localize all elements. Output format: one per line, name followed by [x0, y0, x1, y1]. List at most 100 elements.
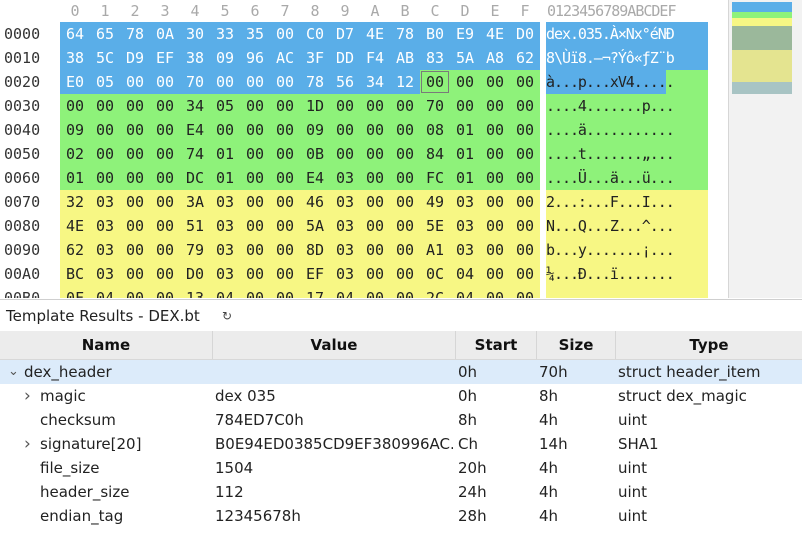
- row-ascii[interactable]: N...Q...Z...^...: [546, 214, 708, 238]
- hex-byte[interactable]: AC: [270, 46, 300, 70]
- hex-byte[interactable]: 00: [270, 70, 300, 94]
- hex-byte[interactable]: 04: [450, 286, 480, 298]
- hex-byte[interactable]: 00: [510, 262, 540, 286]
- hex-byte[interactable]: EF: [150, 46, 180, 70]
- row-bytes[interactable]: 09 00 00 00 E4 00 00 00 09 00 00 00 08 01 00 00: [60, 118, 540, 142]
- hex-byte[interactable]: 35: [240, 22, 270, 46]
- table-row[interactable]: file_size 1504 20h 4h uint: [0, 456, 802, 480]
- hex-byte[interactable]: 00: [150, 214, 180, 238]
- hex-byte[interactable]: E4: [180, 118, 210, 142]
- hex-byte[interactable]: 65: [90, 22, 120, 46]
- hex-byte[interactable]: 00: [330, 142, 360, 166]
- row-bytes[interactable]: 02 00 00 00 74 01 00 00 0B 00 00 00 84 01 00 00: [60, 142, 540, 166]
- hex-byte[interactable]: 00: [150, 238, 180, 262]
- hex-byte[interactable]: 00: [240, 238, 270, 262]
- hex-byte[interactable]: 0F: [60, 286, 90, 298]
- hex-byte[interactable]: 00: [240, 262, 270, 286]
- row-bytes[interactable]: 0F 04 00 00 13 04 00 00 17 04 00 00 2C 04 00 00: [60, 286, 540, 298]
- hex-byte[interactable]: 00: [390, 238, 420, 262]
- hex-byte[interactable]: 00: [240, 94, 270, 118]
- hex-byte[interactable]: 03: [450, 238, 480, 262]
- column-header-size[interactable]: Size: [537, 331, 616, 359]
- hex-byte[interactable]: 74: [180, 142, 210, 166]
- row-ascii[interactable]: ¼...Ð...ï.......: [546, 262, 708, 286]
- row-ascii[interactable]: b...y.......¡...: [546, 238, 708, 262]
- hex-byte[interactable]: 0A: [150, 22, 180, 46]
- hex-row[interactable]: 0090 62 03 00 00 79 03 00 00 8D 03 00 00 A1 03 00 00 b...…: [0, 238, 730, 262]
- hex-byte[interactable]: 51: [180, 214, 210, 238]
- hex-byte[interactable]: 00: [270, 286, 300, 298]
- hex-byte[interactable]: E4: [300, 166, 330, 190]
- hex-byte[interactable]: 00: [150, 262, 180, 286]
- hex-byte[interactable]: 00: [120, 118, 150, 142]
- hex-byte[interactable]: FC: [420, 166, 450, 190]
- hex-byte[interactable]: 00: [510, 166, 540, 190]
- column-header-name[interactable]: Name: [0, 331, 213, 359]
- chevron-right-icon[interactable]: ›: [24, 432, 31, 456]
- hex-byte[interactable]: 17: [300, 286, 330, 298]
- hex-byte[interactable]: 00: [120, 286, 150, 298]
- row-ascii[interactable]: 8\Ùï8.–¬?Ýô«ƒZ¨b: [546, 46, 708, 70]
- hex-byte[interactable]: 00: [330, 94, 360, 118]
- hex-byte[interactable]: 56: [330, 70, 360, 94]
- hex-row[interactable]: 00A0 BC 03 00 00 D0 03 00 00 EF 03 00 00 0C 04 00 00 ¼...…: [0, 262, 730, 286]
- hex-byte[interactable]: 2C: [420, 286, 450, 298]
- hex-byte[interactable]: 49: [420, 190, 450, 214]
- hex-byte[interactable]: 5A: [450, 46, 480, 70]
- row-ascii[interactable]: dex.035.À×Nx°éNÐ: [546, 22, 708, 46]
- row-ascii[interactable]: ....ä...........: [546, 118, 708, 142]
- hex-byte[interactable]: 00: [510, 118, 540, 142]
- hex-byte[interactable]: 00: [150, 118, 180, 142]
- hex-byte[interactable]: 00: [270, 238, 300, 262]
- hex-byte[interactable]: 01: [450, 166, 480, 190]
- hex-byte[interactable]: 00: [270, 214, 300, 238]
- hex-byte[interactable]: A1: [420, 238, 450, 262]
- hex-byte[interactable]: 8D: [300, 238, 330, 262]
- hex-byte[interactable]: 01: [210, 166, 240, 190]
- hex-byte[interactable]: 00: [480, 238, 510, 262]
- hex-byte[interactable]: 00: [480, 142, 510, 166]
- hex-byte[interactable]: 00: [480, 166, 510, 190]
- hex-byte[interactable]: 00: [120, 94, 150, 118]
- hex-byte[interactable]: 09: [210, 46, 240, 70]
- hex-byte[interactable]: 01: [210, 142, 240, 166]
- hex-byte[interactable]: 34: [180, 94, 210, 118]
- hex-byte[interactable]: 03: [330, 166, 360, 190]
- hex-byte[interactable]: 00: [330, 118, 360, 142]
- hex-editor-pane[interactable]: 0 1 2 3 4 5 6 7 8 9 A B C D E F 0123456789ABCDEF 0000 64 6…: [0, 0, 802, 298]
- hex-byte[interactable]: 00: [240, 190, 270, 214]
- hex-byte[interactable]: 00: [90, 94, 120, 118]
- hex-byte[interactable]: 00: [510, 70, 540, 94]
- hex-byte[interactable]: 00: [150, 166, 180, 190]
- hex-row[interactable]: 0010 38 5C D9 EF 38 09 96 AC 3F DD F4 AB 83 5A A8 62 8\Ùï…: [0, 46, 730, 70]
- hex-byte[interactable]: 05: [210, 94, 240, 118]
- chevron-right-icon[interactable]: ›: [24, 384, 31, 408]
- hex-row[interactable]: 00B0 0F 04 00 00 13 04 00 00 17 04 00 00 2C 04 00 00....…: [0, 286, 730, 298]
- hex-byte[interactable]: 30: [180, 22, 210, 46]
- hex-byte[interactable]: 00: [480, 214, 510, 238]
- hex-byte[interactable]: 00: [510, 238, 540, 262]
- hex-byte[interactable]: 04: [330, 286, 360, 298]
- hex-byte[interactable]: 4E: [360, 22, 390, 46]
- hex-byte[interactable]: 00: [90, 142, 120, 166]
- hex-row[interactable]: 0080 4E 03 00 00 51 03 00 00 5A 03 00 00 5E 03 00 00 N...…: [0, 214, 730, 238]
- hex-byte[interactable]: 00: [240, 70, 270, 94]
- hex-row[interactable]: 0060 01 00 00 00 DC 01 00 00 E4 03 00 00 FC 01 00 00....…: [0, 166, 730, 190]
- hex-byte[interactable]: 00: [360, 142, 390, 166]
- hex-byte[interactable]: E9: [450, 22, 480, 46]
- hex-byte[interactable]: 00: [390, 142, 420, 166]
- hex-byte[interactable]: 34: [360, 70, 390, 94]
- row-bytes[interactable]: 64 65 78 0A 30 33 35 00 C0 D7 4E 78 B0 E9 4E D0: [60, 22, 540, 46]
- hex-byte[interactable]: 96: [240, 46, 270, 70]
- hex-byte[interactable]: BC: [60, 262, 90, 286]
- hex-byte[interactable]: 00: [90, 166, 120, 190]
- hex-byte[interactable]: 03: [210, 238, 240, 262]
- hex-row[interactable]: 0000 64 65 78 0A 30 33 35 00 C0 D7 4E 78 B0 E9 4E D0 dex.…: [0, 22, 730, 46]
- hex-byte[interactable]: 00: [480, 190, 510, 214]
- hex-byte[interactable]: E0: [60, 70, 90, 94]
- hex-row[interactable]: 0050 02 00 00 00 74 01 00 00 0B 00 00 00 84 01 00 00....…: [0, 142, 730, 166]
- hex-byte[interactable]: 00: [150, 190, 180, 214]
- hex-byte[interactable]: 00: [360, 94, 390, 118]
- hex-byte[interactable]: 00: [270, 142, 300, 166]
- hex-byte[interactable]: 1D: [300, 94, 330, 118]
